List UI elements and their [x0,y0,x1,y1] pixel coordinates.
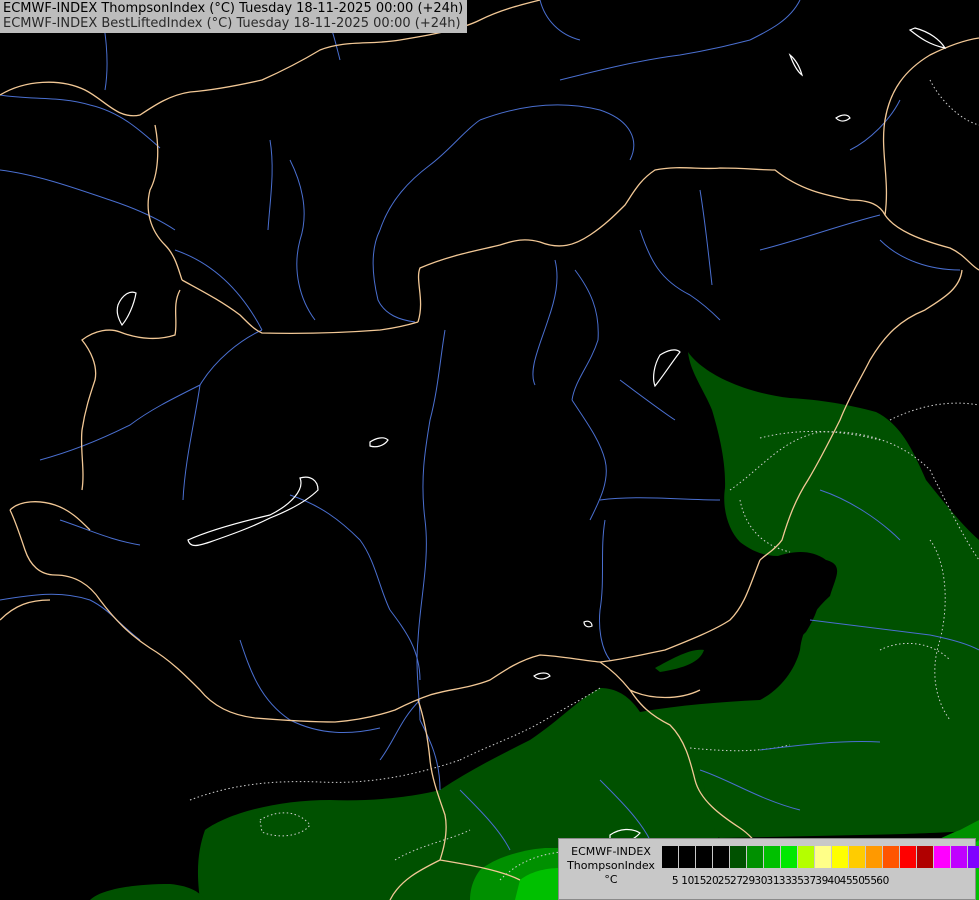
legend-swatch [832,846,849,868]
legend-tick-label: 15 [693,875,707,887]
legend-unit: °C [604,873,618,886]
legend-swatch [696,846,713,868]
legend-swatch [900,846,917,868]
legend-tick-label: 37 [803,875,816,887]
legend-swatch [951,846,968,868]
legend-swatch [917,846,934,868]
legend-swatch [968,846,979,868]
legend-tick-label: 55 [864,875,877,887]
legend-swatch [781,846,798,868]
legend-swatch [798,846,815,868]
legend-tick-label: 5 [671,875,679,887]
legend-swatch [679,846,696,868]
legend-swatch [764,846,781,868]
legend-swatch [730,846,747,868]
legend-swatch [747,846,764,868]
legend-tick-label: 30 [754,875,768,887]
legend-tick-label: 10 [681,875,694,887]
legend-swatch [883,846,900,868]
legend-tick-label: 31 [766,875,780,887]
legend-tick-label: 25 [717,875,731,887]
legend-tick-label: 33 [778,875,792,887]
legend-tick-label: 50 [851,875,865,887]
legend-ticks: 5 10 15 20 25 27 29 30 31 33 35 37 39 40 45 50 55 60 [669,875,889,887]
legend-tick-label: 20 [705,875,719,887]
legend-swatches [662,846,979,868]
legend-tick-label: 60 [876,875,889,887]
legend-tick-label: 45 [839,875,853,887]
color-legend: ECMWF-INDEX ThompsonIndex °C 5 10 15 20 25 27… [558,838,979,900]
legend-swatch [849,846,866,868]
legend-tick-label: 29 [742,875,755,887]
legend-tick-label: 39 [815,875,829,887]
legend-swatch [713,846,730,868]
legend-tick-label: 27 [729,875,743,887]
legend-tick-label: 35 [790,875,804,887]
legend-model: ECMWF-INDEX [571,845,651,858]
legend-variable: ThompsonIndex [567,859,655,872]
weather-map [0,0,979,900]
legend-swatch [866,846,883,868]
map-title: ECMWF-INDEX ThompsonIndex (°C) Tuesday 1… [0,0,468,33]
title-thompson-index: ECMWF-INDEX ThompsonIndex (°C) Tuesday 1… [3,1,464,16]
title-best-lifted-index: ECMWF-INDEX BestLiftedIndex (°C) Tuesday… [3,16,461,31]
legend-tick-label: 40 [827,875,841,887]
legend-title: ECMWF-INDEX ThompsonIndex °C [563,845,659,887]
legend-swatch [662,846,679,868]
legend-swatch [934,846,951,868]
legend-swatch [815,846,832,868]
